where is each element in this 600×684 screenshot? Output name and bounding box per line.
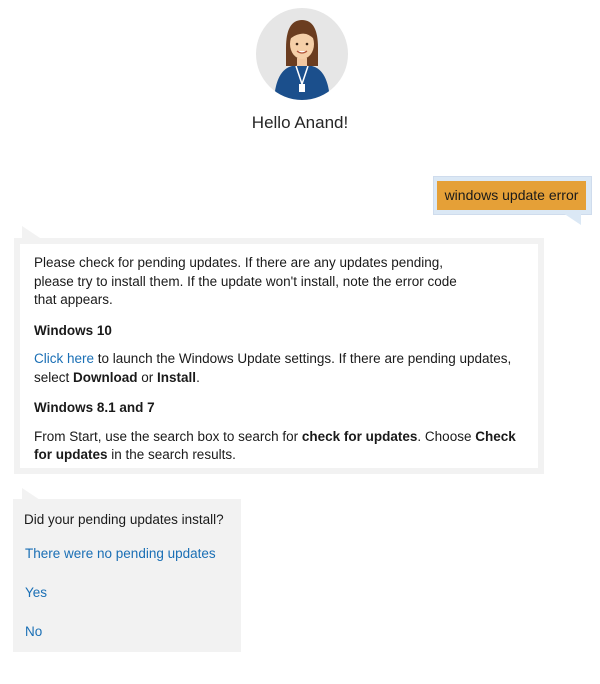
user-message-tail [563, 213, 581, 225]
section-text-windows-8-7: From Start, use the search box to search… [34, 428, 532, 465]
section-heading-windows-8-7: Windows 8.1 and 7 [34, 400, 155, 415]
user-message: windows update error [437, 181, 586, 210]
question-text: Did your pending updates install? [24, 512, 224, 527]
greeting-text: Hello Anand! [251, 113, 349, 132]
text-segment: . Choose [417, 428, 476, 444]
option-no[interactable]: No [25, 624, 42, 639]
bot-message-tail [22, 226, 40, 238]
text-segment: in the search results. [107, 447, 236, 462]
question-card: Did your pending updates install? There … [13, 499, 241, 652]
install-bold-text: Install [157, 369, 197, 385]
assistant-avatar [256, 8, 348, 100]
text-segment: or [137, 369, 158, 385]
text-segment: From Start, use the search box to search… [34, 428, 302, 444]
option-no-pending-updates[interactable]: There were no pending updates [25, 546, 216, 561]
text-segment: . [196, 369, 200, 385]
bot-response-card: Please check for pending updates. If the… [14, 238, 544, 474]
click-here-link[interactable]: Click here [34, 351, 94, 366]
download-bold-text: Download [73, 369, 138, 385]
option-yes[interactable]: Yes [25, 585, 47, 600]
check-for-updates-bold-text: check for updates [301, 428, 418, 444]
section-text-windows-10: Click here to launch the Windows Update … [34, 350, 532, 387]
bot-intro-text: Please check for pending updates. If the… [34, 255, 457, 307]
section-heading-windows-10: Windows 10 [34, 322, 112, 338]
